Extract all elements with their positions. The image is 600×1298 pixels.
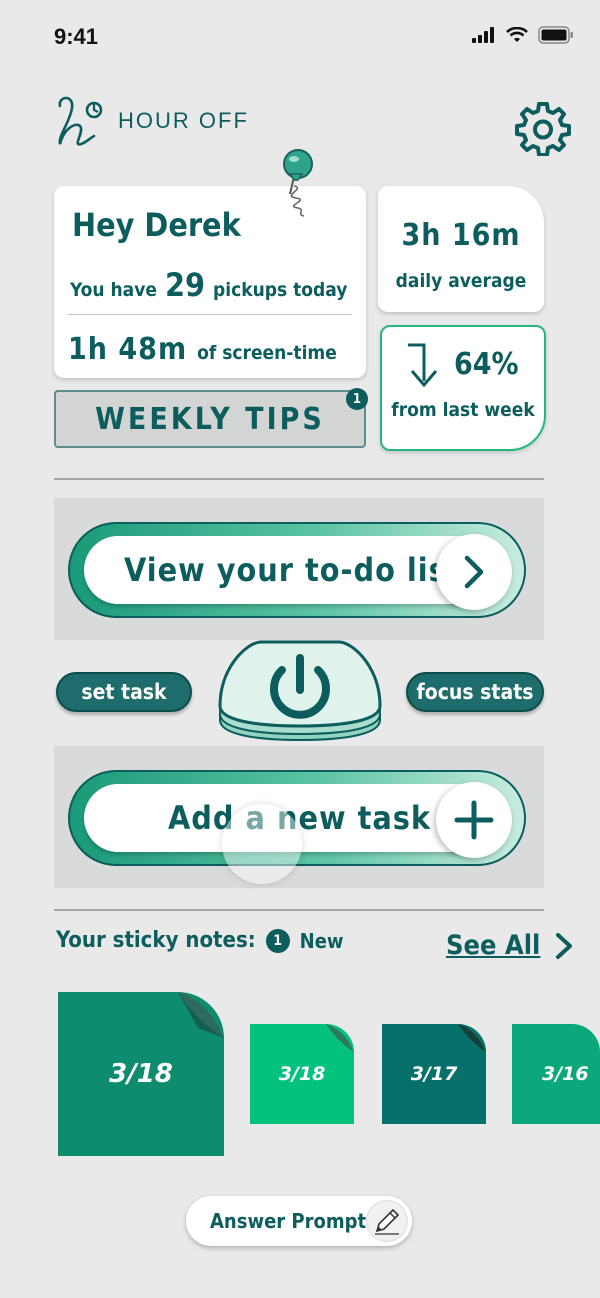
screen-time-value: 1h 48m (68, 332, 188, 367)
signal-icon (472, 27, 494, 43)
touch-indicator (222, 804, 302, 884)
sticky-note-date: 3/17 (410, 1063, 458, 1085)
weekly-tips-button[interactable]: WEEKLY TIPS (54, 390, 366, 448)
chevron-right-icon (436, 534, 512, 610)
settings-button[interactable] (514, 100, 572, 160)
pickups-suffix: pickups today (213, 279, 348, 301)
see-all-link[interactable]: See All (446, 930, 574, 961)
focus-stats-button[interactable]: focus stats (406, 672, 544, 712)
weekly-change-value: 64% (454, 347, 519, 382)
weekly-change-card: 64% from last week (380, 325, 546, 451)
daily-average-value: 3h 16m (401, 218, 521, 253)
sticky-note-date: 3/16 (542, 1063, 589, 1085)
page-curl-icon (326, 1024, 354, 1052)
screen-time-line: 1h 48m of screen-time (68, 332, 337, 367)
gear-icon (515, 102, 571, 157)
add-task-panel: Add a new task (54, 746, 544, 888)
pickups-line: You have 29 pickups today (70, 266, 347, 304)
answer-prompt-button[interactable]: Answer Prompt (186, 1196, 412, 1246)
wifi-icon (506, 27, 528, 42)
app-logo: HOUR OFF (54, 92, 249, 150)
sticky-notes-header: Your sticky notes: 1 New (56, 928, 344, 953)
status-icons (472, 26, 574, 44)
sticky-note[interactable]: 3/18 (58, 992, 224, 1156)
see-all-label: See All (446, 930, 541, 961)
section-divider-2 (54, 909, 544, 911)
new-notes-label: New (299, 928, 344, 953)
chevron-right-icon (556, 932, 573, 959)
power-button[interactable] (214, 640, 386, 748)
todo-label: View your to-do list (124, 551, 462, 589)
page-curl-icon (458, 1024, 486, 1052)
sticky-notes-title: Your sticky notes: (56, 928, 256, 953)
pickups-prefix: You have (70, 279, 157, 301)
battery-icon (538, 26, 573, 44)
plus-icon (436, 782, 512, 858)
status-time: 9:41 (54, 24, 99, 49)
sticky-note-date: 3/18 (109, 1059, 173, 1089)
power-icon (218, 640, 382, 742)
sticky-note-date: 3/18 (278, 1063, 326, 1085)
divider (68, 314, 352, 315)
pickups-count: 29 (164, 266, 206, 304)
screen-time-suffix: of screen-time (197, 342, 337, 364)
daily-average-label: daily average (395, 270, 527, 292)
page-curl-icon (178, 992, 224, 1038)
sticky-note[interactable]: 3/16 (512, 1024, 600, 1124)
sticky-note[interactable]: 3/17 (382, 1024, 486, 1124)
answer-prompt-label: Answer Prompt (210, 1209, 367, 1233)
weekly-change-label: from last week (391, 399, 535, 421)
app-name: HOUR OFF (118, 108, 249, 133)
section-divider (54, 478, 544, 480)
new-notes-badge: 1 (265, 928, 290, 953)
arrow-down-icon (408, 343, 438, 388)
pencil-icon (366, 1200, 408, 1242)
daily-average-card: 3h 16m daily average (378, 186, 544, 312)
set-task-button[interactable]: set task (56, 672, 192, 712)
greeting-title: Hey Derek (72, 206, 241, 244)
pushpin-icon (276, 144, 326, 228)
todo-button[interactable]: View your to-do list (68, 522, 526, 618)
todo-button-face: View your to-do list (84, 534, 512, 610)
logo-mark-icon (58, 96, 103, 146)
weekly-tips-badge: 1 (346, 388, 368, 410)
todo-panel: View your to-do list (54, 498, 544, 640)
sticky-note[interactable]: 3/18 (250, 1024, 354, 1124)
